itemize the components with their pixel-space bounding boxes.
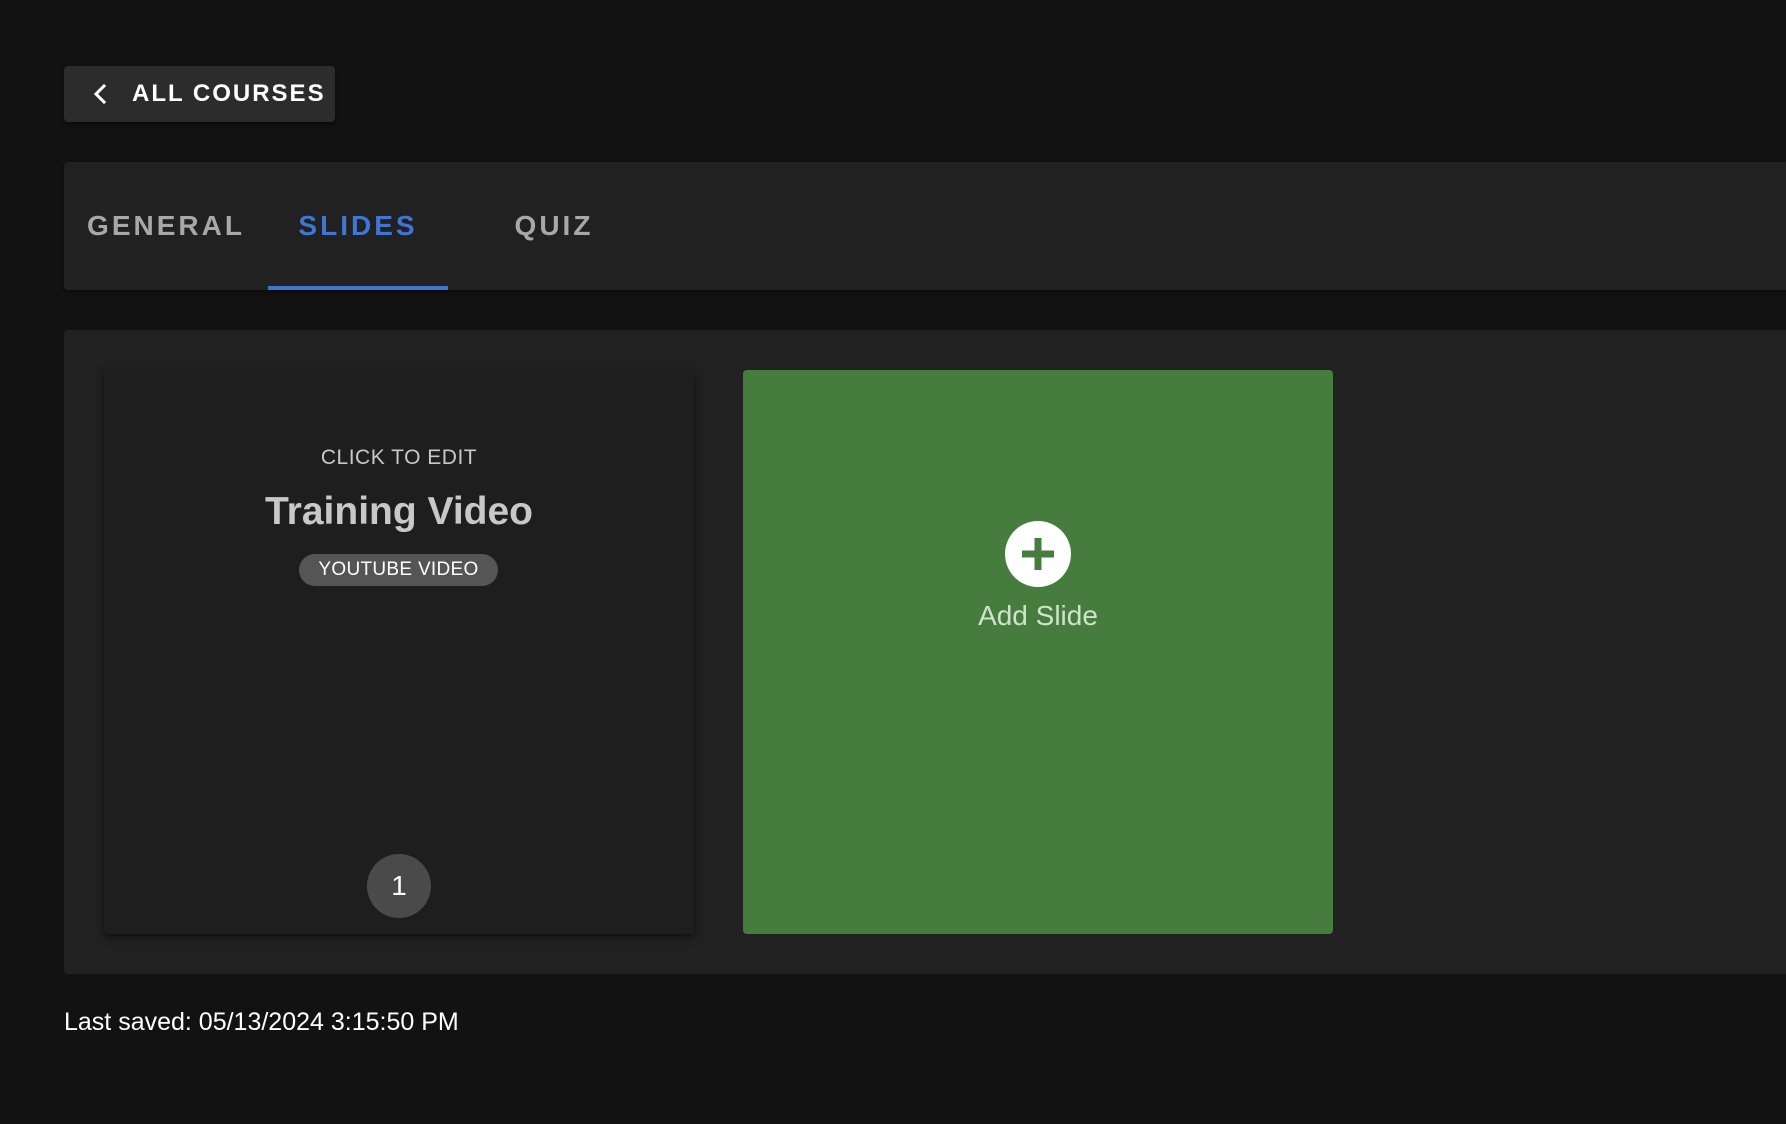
active-tab-indicator: [268, 286, 448, 290]
all-courses-label: ALL COURSES: [132, 80, 326, 107]
plus-circle-icon: [1005, 521, 1071, 587]
click-to-edit-hint: CLICK TO EDIT: [320, 446, 478, 469]
tab-bar: GENERAL SLIDES QUIZ: [64, 162, 1786, 290]
last-saved-status: Last saved: 05/13/2024 3:15:50 PM: [64, 1008, 459, 1036]
add-slide-label: Add Slide: [978, 600, 1098, 631]
tab-slides[interactable]: SLIDES: [268, 162, 448, 290]
slide-type-chip: YOUTUBE VIDEO: [299, 554, 498, 586]
slide-title: Training Video: [265, 490, 533, 533]
slide-number-badge: 1: [367, 854, 431, 918]
add-slide-button[interactable]: Add Slide: [743, 370, 1333, 934]
tab-general[interactable]: GENERAL: [64, 162, 268, 290]
all-courses-button[interactable]: ALL COURSES: [64, 66, 335, 122]
course-editor-page: ALL COURSES GENERAL SLIDES QUIZ CLICK TO…: [0, 0, 1786, 1124]
chevron-left-icon: [88, 82, 112, 106]
slide-card[interactable]: CLICK TO EDIT Training Video YOUTUBE VID…: [104, 370, 694, 934]
tab-quiz[interactable]: QUIZ: [448, 162, 660, 290]
slides-panel: CLICK TO EDIT Training Video YOUTUBE VID…: [64, 330, 1786, 974]
